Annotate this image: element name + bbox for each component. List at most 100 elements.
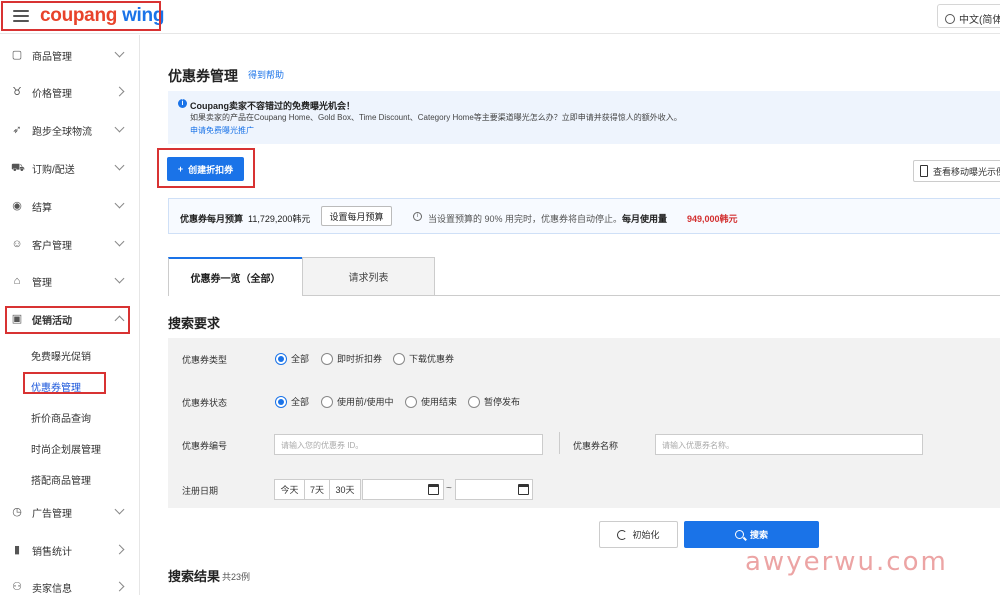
sidebar-item-settlement[interactable]: ◉ 结算	[0, 194, 140, 218]
sidebar-item-label: 结算	[32, 202, 52, 214]
chevron-down-icon	[114, 122, 125, 133]
end-date-input[interactable]	[455, 479, 533, 500]
sidebar-item-ads[interactable]: ◷ 广告管理	[0, 500, 140, 524]
radio-type-instant[interactable]: 即时折扣券	[321, 352, 382, 365]
radio-label: 下载优惠券	[409, 354, 455, 364]
budget-value: 11,729,200韩元	[248, 214, 311, 224]
set-budget-button[interactable]: 设置每月预算	[321, 206, 392, 226]
logo-text-wing: wing	[122, 5, 165, 26]
coupon-id-input[interactable]: 请输入您的优惠券 ID。	[274, 434, 543, 455]
promo-icon: ▣	[11, 313, 23, 325]
coupon-type-label: 优惠券类型	[182, 355, 228, 365]
hamburger-menu-icon[interactable]	[13, 10, 29, 22]
sidebar-item-global-logistics[interactable]: ➶ 跑步全球物流	[0, 118, 140, 142]
tab-request-list[interactable]: 请求列表	[302, 257, 435, 296]
results-title: 搜索结果	[168, 569, 221, 584]
search-button[interactable]: 搜索	[684, 521, 819, 548]
30-days-button[interactable]: 30天	[329, 479, 361, 500]
sidebar-item-seller-info[interactable]: ⚇ 卖家信息	[0, 575, 140, 599]
budget-label: 优惠券每月预算	[180, 214, 244, 224]
search-section-title: 搜索要求	[168, 316, 221, 331]
date-range-separator: ~	[446, 483, 452, 494]
radio-icon	[393, 352, 405, 365]
coupang-wing-logo[interactable]: coupang wing	[40, 5, 164, 27]
usage-label: 每月使用量	[622, 214, 668, 224]
sidebar-item-orders[interactable]: ⛟ 订购/配送	[0, 156, 140, 180]
radio-type-download[interactable]: 下载优惠券	[393, 352, 454, 365]
reset-button[interactable]: 初始化	[599, 521, 678, 548]
sidebar: ▢ 商品管理 ♉ 价格管理 ➶ 跑步全球物流 ⛟ 订购/配送 ◉ 结算 ☺ 客户…	[0, 35, 140, 595]
sidebar-item-label: 客户管理	[32, 240, 72, 252]
sidebar-subitem-discount-query[interactable]: 折价商品查询	[31, 410, 91, 425]
sidebar-subitem-coupon-management[interactable]: 优惠券管理	[31, 379, 81, 394]
user-icon: ⚇	[12, 581, 22, 593]
chevron-up-icon	[114, 315, 125, 326]
radio-icon	[321, 395, 333, 408]
sidebar-item-promotions[interactable]: ▣ 促销活动	[0, 307, 140, 331]
top-bar: coupang wing 中文(简体	[0, 0, 1000, 34]
radio-label: 即时折扣券	[337, 354, 383, 364]
notice-apply-link[interactable]: 申请免费曝光推广	[190, 125, 254, 136]
sidebar-item-label: 卖家信息	[32, 583, 72, 595]
sidebar-item-label: 商品管理	[32, 51, 72, 63]
globe-icon	[945, 13, 955, 24]
radio-label: 暂停发布	[484, 397, 521, 407]
language-label: 中文(简体	[959, 15, 1000, 26]
truck-icon: ⛟	[11, 162, 25, 174]
language-selector[interactable]: 中文(简体	[937, 4, 1000, 28]
radio-status-paused[interactable]: 暂停发布	[468, 395, 520, 408]
radio-status-all[interactable]: 全部	[275, 395, 309, 408]
radio-type-all[interactable]: 全部	[275, 352, 309, 365]
sidebar-item-price[interactable]: ♉ 价格管理	[0, 80, 140, 104]
chevron-down-icon	[114, 236, 125, 247]
radio-icon	[405, 395, 417, 408]
notice-description: 如果卖家的产品在Coupang Home、Gold Box、Time Disco…	[190, 113, 682, 122]
radio-label: 全部	[291, 354, 310, 364]
help-link[interactable]: 得到帮助	[248, 68, 284, 81]
coupon-name-label: 优惠券名称	[573, 441, 619, 451]
tab-coupon-list[interactable]: 优惠券一览（全部）	[168, 257, 303, 296]
reset-icon	[617, 529, 628, 540]
sidebar-item-label: 跑步全球物流	[32, 126, 92, 138]
rocket-icon: ➶	[12, 124, 22, 136]
watermark: awyerwu.com	[745, 547, 948, 577]
mobile-preview-button[interactable]: 查看移动曝光示例	[913, 160, 1000, 182]
chevron-down-icon	[114, 504, 125, 515]
sidebar-item-label: 管理	[32, 277, 52, 289]
sidebar-item-management[interactable]: ⌂ 管理	[0, 269, 140, 293]
radio-status-ended[interactable]: 使用结束	[405, 395, 457, 408]
coupon-id-label: 优惠券编号	[182, 441, 228, 451]
usage-value: 949,000韩元	[687, 214, 738, 224]
radio-label: 使用前/使用中	[337, 397, 394, 407]
radio-status-active[interactable]: 使用前/使用中	[321, 395, 394, 408]
chevron-right-icon	[114, 86, 125, 97]
start-date-input[interactable]	[362, 479, 444, 500]
info-icon: i	[178, 99, 187, 108]
budget-note: 当设置预算的 90% 用完时，优惠券将自动停止。	[428, 214, 623, 224]
reset-label: 初始化	[632, 530, 660, 540]
chevron-down-icon	[114, 47, 125, 58]
sidebar-item-label: 销售统计	[32, 546, 72, 558]
calendar-icon	[518, 484, 529, 495]
sidebar-item-customer[interactable]: ☺ 客户管理	[0, 232, 140, 256]
sidebar-subitem-free-exposure[interactable]: 免费曝光促销	[31, 348, 91, 363]
radio-selected-icon	[275, 352, 287, 365]
chevron-down-icon	[114, 160, 125, 171]
register-date-label: 注册日期	[182, 486, 219, 496]
sidebar-subitem-bundle-products[interactable]: 搭配商品管理	[31, 472, 91, 487]
calendar-icon	[428, 484, 439, 495]
tab-divider	[302, 295, 1000, 296]
coupon-name-input[interactable]: 请输入优惠券名称。	[655, 434, 923, 455]
sidebar-subitem-fashion-exhibition[interactable]: 时尚企划展管理	[31, 441, 101, 456]
field-divider	[559, 432, 560, 454]
sidebar-item-product[interactable]: ▢ 商品管理	[0, 43, 140, 67]
mobile-preview-label: 查看移动曝光示例	[933, 166, 1000, 177]
create-coupon-button[interactable]: + 创建折扣券	[167, 157, 244, 181]
plus-icon: +	[177, 164, 184, 174]
7-days-button[interactable]: 7天	[304, 479, 330, 500]
sidebar-item-sales-stats[interactable]: ▮ 销售统计	[0, 538, 140, 562]
today-button[interactable]: 今天	[274, 479, 305, 500]
results-count: 共23例	[222, 572, 251, 582]
sidebar-item-label: 广告管理	[32, 508, 72, 520]
radio-icon	[468, 395, 480, 408]
